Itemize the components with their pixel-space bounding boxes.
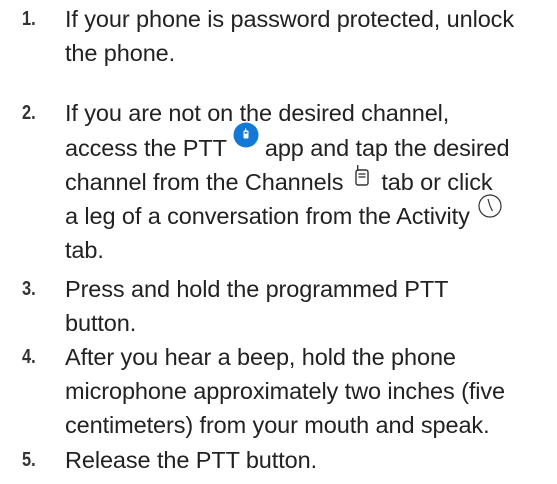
step-text: Press and hold the programmed PTT button… [65, 272, 555, 340]
step-line: tab. [65, 237, 104, 263]
step-line: If your phone is password protected, unl… [65, 6, 514, 32]
step-line: Release the PTT button. [65, 447, 318, 473]
activity-tab-icon [478, 194, 502, 218]
step-line: Press and hold the programmed PTT [65, 276, 449, 302]
step-text-segment: app and tap the desired [264, 135, 510, 161]
step-text-segment: channel from the Channels [65, 169, 344, 195]
step-number: 4. [22, 346, 36, 368]
step-number: 2. [22, 102, 36, 124]
step-number: 5. [22, 449, 36, 471]
step-line: access the PTT app and tap the desired [65, 122, 555, 165]
step-line: microphone approximately two inches (fiv… [65, 378, 505, 404]
step-text: Release the PTT button. [65, 443, 555, 477]
step-line: a leg of a conversation from the Activit… [65, 194, 555, 233]
step-line: If you are not on the desired channel, [65, 100, 450, 126]
step-number: 1. [22, 8, 36, 30]
step-line: button. [65, 310, 137, 336]
channels-tab-icon [355, 164, 370, 186]
step-line: the phone. [65, 40, 176, 66]
step-text: If you are not on the desired channel, a… [65, 96, 555, 267]
step-line: centimeters) from your mouth and speak. [65, 412, 490, 438]
step-text-segment: a leg of a conversation from the Activit… [65, 203, 470, 229]
ptt-app-icon [233, 122, 259, 148]
step-number: 3. [22, 278, 36, 300]
step-text-segment: tab or click [381, 169, 493, 195]
step-text: If your phone is password protected, unl… [65, 2, 555, 70]
step-text-segment: access the PTT [65, 135, 227, 161]
step-line: After you hear a beep, hold the phone [65, 344, 456, 370]
step-text: After you hear a beep, hold the phone mi… [65, 340, 555, 442]
